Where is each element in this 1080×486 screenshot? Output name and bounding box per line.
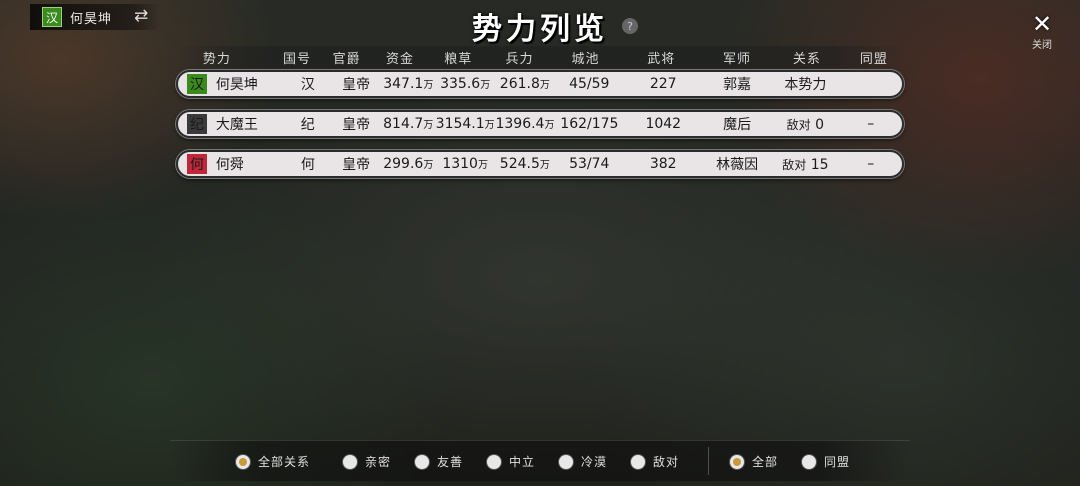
header-generals: 武将: [647, 51, 676, 67]
relation: 敌对 0: [786, 116, 825, 133]
faction-name: 何舜: [215, 157, 244, 173]
troops: 261.8万: [499, 76, 550, 92]
filter-all-relations[interactable]: 全部关系: [236, 453, 310, 470]
radio-icon: [343, 454, 357, 469]
filter-indifferent[interactable]: 冷漠: [559, 453, 607, 470]
rank: 皇帝: [342, 117, 371, 133]
country-name: 何: [300, 157, 315, 173]
header-strategist: 军师: [722, 51, 751, 67]
radio-icon: [730, 454, 744, 469]
strategist: 魔后: [723, 117, 752, 133]
country-name: 汉: [300, 77, 315, 93]
header-rank: 官爵: [332, 51, 361, 67]
page-title: 势力列览: [472, 12, 608, 47]
rank: 皇帝: [342, 77, 371, 93]
filter-intimate[interactable]: 亲密: [343, 453, 391, 470]
cities: 45/59: [569, 76, 610, 92]
header-grain: 粮草: [444, 51, 473, 67]
header-cities: 城池: [571, 51, 600, 67]
faction-seal: 汉: [186, 74, 207, 94]
filter-alliance-all[interactable]: 全部: [730, 453, 778, 470]
close-icon: ✕: [1031, 10, 1053, 38]
filter-hostile[interactable]: 敌对: [631, 453, 679, 470]
relation: 本势力: [784, 77, 827, 93]
funds: 347.1万: [383, 76, 434, 92]
filter-neutral[interactable]: 中立: [487, 453, 535, 470]
strategist: 郭嘉: [723, 77, 752, 93]
generals: 227: [649, 76, 677, 92]
radio-icon: [802, 454, 816, 469]
header-relation: 关系: [792, 51, 821, 67]
header-country: 国号: [283, 51, 312, 67]
rank: 皇帝: [342, 157, 371, 173]
radio-icon: [236, 454, 250, 469]
troops: 524.5万: [499, 156, 550, 172]
filter-friendly[interactable]: 友善: [415, 453, 463, 470]
faction-name: 大魔王: [215, 117, 258, 133]
grain: 335.6万: [440, 76, 491, 92]
generals: 382: [649, 156, 677, 172]
faction-name: 何昊坤: [215, 77, 258, 93]
close-button[interactable]: ✕ 关闭: [1018, 12, 1066, 51]
radio-icon: [415, 454, 429, 469]
alliance: –: [867, 116, 875, 132]
header-troops: 兵力: [505, 51, 534, 67]
faction-seal: 何: [186, 154, 207, 174]
relation: 敌对 15: [782, 156, 829, 173]
country-name: 纪: [300, 117, 315, 133]
faction-seal: 纪: [186, 114, 207, 134]
close-label: 关闭: [1032, 40, 1052, 51]
troops: 1396.4万: [495, 116, 555, 132]
header-faction: 势力: [202, 51, 231, 67]
table-row[interactable]: 纪 大魔王 纪 皇帝 814.7万 3154.1万 1396.4万 162/17…: [176, 110, 904, 138]
table-header: 势力 国号 官爵 资金 粮草 兵力 城池 武将 军师 关系 同盟: [176, 46, 906, 68]
filter-bar: 全部关系 亲密 友善 中立 冷漠 敌对 全部 同盟: [170, 440, 910, 481]
funds: 814.7万: [383, 116, 434, 132]
table-row[interactable]: 何 何舜 何 皇帝 299.6万 1310万 524.5万 53/74 382 …: [176, 150, 904, 178]
filter-alliance-only[interactable]: 同盟: [802, 453, 850, 470]
alliance: –: [867, 156, 875, 172]
help-icon[interactable]: ?: [622, 18, 638, 34]
radio-icon: [631, 454, 645, 469]
generals: 1042: [645, 116, 682, 132]
header-alliance: 同盟: [859, 51, 888, 67]
funds: 299.6万: [383, 156, 434, 172]
strategist: 林薇因: [716, 157, 759, 173]
table-row[interactable]: 汉 何昊坤 汉 皇帝 347.1万 335.6万 261.8万 45/59 22…: [176, 70, 904, 98]
filter-divider: [708, 447, 709, 475]
cities: 162/175: [560, 116, 619, 132]
grain: 1310万: [442, 156, 488, 172]
radio-icon: [487, 454, 501, 469]
header-funds: 资金: [385, 51, 414, 67]
cities: 53/74: [569, 156, 610, 172]
radio-icon: [559, 454, 573, 469]
grain: 3154.1万: [435, 116, 495, 132]
